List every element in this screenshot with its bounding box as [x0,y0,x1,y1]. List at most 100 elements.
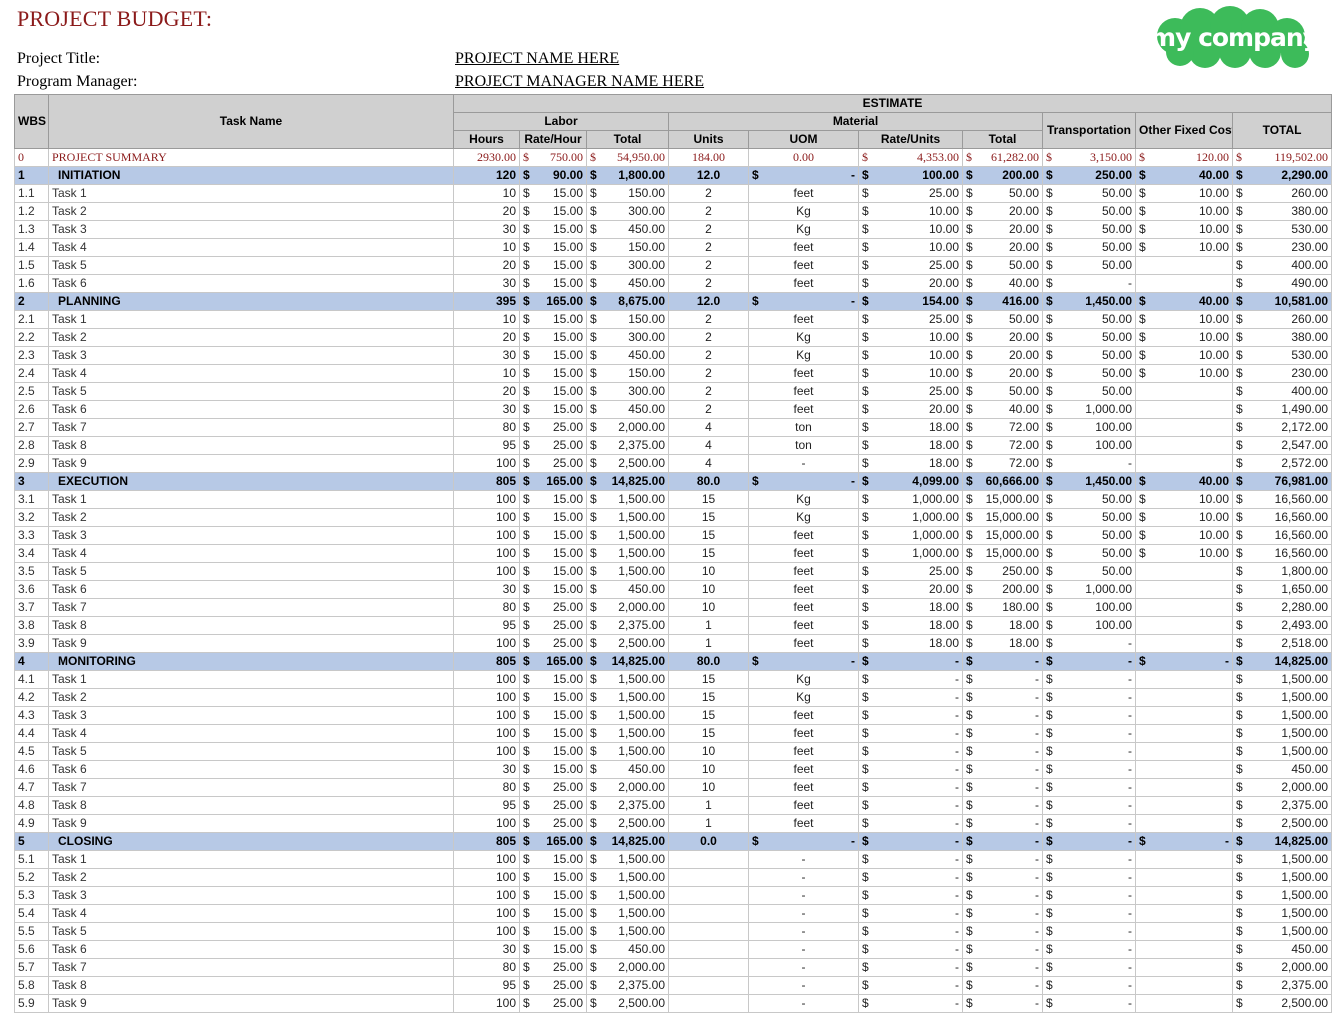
task-name-cell[interactable]: CLOSING [48,832,454,851]
total-cell[interactable]: $1,500.00 [1231,850,1333,869]
total-cell[interactable]: $1,500.00 [1231,742,1333,761]
rate-hour-cell[interactable]: $15.00 [519,400,587,419]
uom-cell[interactable]: feet [748,778,859,797]
total-cell[interactable]: $2,290.00 [1231,166,1333,185]
task-name-cell[interactable]: Task 2 [48,688,454,707]
rate-hour-cell[interactable]: $15.00 [519,238,587,257]
task-name-cell[interactable]: Task 7 [48,598,454,617]
material-total-cell[interactable]: $ - [962,724,1043,743]
transportation-cell[interactable]: $50.00 [1042,238,1136,257]
rate-hour-cell[interactable]: $15.00 [519,508,587,527]
hours-cell[interactable]: 100 [453,922,520,941]
total-cell[interactable]: $14,825.00 [1231,832,1333,851]
wbs-cell[interactable]: 3.7 [14,598,49,617]
other-fixed-cost-cell[interactable] [1135,598,1233,617]
rate-units-cell[interactable]: $ - [858,724,963,743]
rate-hour-cell[interactable]: $15.00 [519,922,587,941]
rate-hour-cell[interactable]: $15.00 [519,868,587,887]
hours-cell[interactable]: 100 [453,904,520,923]
uom-cell[interactable]: feet [748,382,859,401]
task-name-cell[interactable]: Task 5 [48,382,454,401]
wbs-cell[interactable]: 5.7 [14,958,49,977]
units-cell[interactable]: 15 [668,706,749,725]
hours-cell[interactable]: 100 [453,706,520,725]
wbs-cell[interactable]: 5.3 [14,886,49,905]
material-total-cell[interactable]: $ - [962,796,1043,815]
task-name-cell[interactable]: Task 5 [48,562,454,581]
total-cell[interactable]: $2,375.00 [1231,796,1333,815]
hours-cell[interactable]: 805 [453,832,520,851]
units-cell[interactable] [668,922,749,941]
wbs-cell[interactable]: 2.6 [14,400,49,419]
material-total-cell[interactable]: $50.00 [962,310,1043,329]
units-cell[interactable]: 2 [668,328,749,347]
total-cell[interactable]: $2,572.00 [1231,454,1333,473]
task-name-cell[interactable]: Task 5 [48,922,454,941]
other-fixed-cost-cell[interactable] [1135,274,1233,293]
hours-cell[interactable]: 30 [453,400,520,419]
total-cell[interactable]: $2,000.00 [1231,778,1333,797]
hours-cell[interactable]: 10 [453,238,520,257]
other-fixed-cost-cell[interactable] [1135,670,1233,689]
total-cell[interactable]: $530.00 [1231,220,1333,239]
material-total-cell[interactable]: $ - [962,904,1043,923]
wbs-cell[interactable]: 4.6 [14,760,49,779]
uom-cell[interactable]: feet [748,580,859,599]
material-total-cell[interactable]: $50.00 [962,382,1043,401]
rate-units-cell[interactable]: $18.00 [858,598,963,617]
rate-hour-cell[interactable]: $25.00 [519,778,587,797]
rate-hour-cell[interactable]: $15.00 [519,940,587,959]
rate-units-cell[interactable]: $100.00 [858,166,963,185]
uom-cell[interactable]: feet [748,310,859,329]
transportation-cell[interactable]: $ - [1042,742,1136,761]
units-cell[interactable]: 10 [668,778,749,797]
task-name-cell[interactable]: Task 4 [48,904,454,923]
uom-cell[interactable]: $ - [748,166,859,185]
other-fixed-cost-cell[interactable] [1135,436,1233,455]
task-name-cell[interactable]: Task 7 [48,418,454,437]
wbs-cell[interactable]: 2.1 [14,310,49,329]
material-total-cell[interactable]: $72.00 [962,454,1043,473]
units-cell[interactable]: 2 [668,238,749,257]
task-name-cell[interactable]: Task 2 [48,202,454,221]
wbs-cell[interactable]: 4.4 [14,724,49,743]
units-cell[interactable]: 2 [668,400,749,419]
units-cell[interactable]: 12.0 [668,292,749,311]
labor-total-cell[interactable]: $1,800.00 [586,166,669,185]
material-total-cell[interactable]: $15,000.00 [962,544,1043,563]
transportation-cell[interactable]: $50.00 [1042,508,1136,527]
rate-hour-cell[interactable]: $25.00 [519,958,587,977]
rate-units-cell[interactable]: $ - [858,850,963,869]
rate-hour-cell[interactable]: $15.00 [519,724,587,743]
wbs-cell[interactable]: 1.1 [14,184,49,203]
material-total-cell[interactable]: $15,000.00 [962,508,1043,527]
labor-total-cell[interactable]: $2,375.00 [586,436,669,455]
material-total-cell[interactable]: $18.00 [962,616,1043,635]
units-cell[interactable]: 4 [668,454,749,473]
material-total-cell[interactable]: $ - [962,670,1043,689]
units-cell[interactable]: 15 [668,508,749,527]
wbs-cell[interactable]: 2.8 [14,436,49,455]
hours-cell[interactable]: 80 [453,778,520,797]
wbs-cell[interactable]: 3.5 [14,562,49,581]
labor-total-cell[interactable]: $1,500.00 [586,868,669,887]
units-cell[interactable]: 10 [668,742,749,761]
hours-cell[interactable]: 80 [453,418,520,437]
rate-units-cell[interactable]: $ - [858,742,963,761]
transportation-cell[interactable]: $1,000.00 [1042,580,1136,599]
transportation-cell[interactable]: $ - [1042,904,1136,923]
labor-total-cell[interactable]: $8,675.00 [586,292,669,311]
wbs-cell[interactable]: 5.4 [14,904,49,923]
units-cell[interactable] [668,976,749,995]
wbs-cell[interactable]: 4.1 [14,670,49,689]
wbs-cell[interactable]: 3.6 [14,580,49,599]
rate-hour-cell[interactable]: $15.00 [519,742,587,761]
rate-units-cell[interactable]: $20.00 [858,580,963,599]
material-total-cell[interactable]: $15,000.00 [962,526,1043,545]
transportation-cell[interactable]: $ - [1042,634,1136,653]
task-name-cell[interactable]: Task 2 [48,868,454,887]
labor-total-cell[interactable]: $54,950.00 [586,148,669,167]
rate-units-cell[interactable]: $ - [858,922,963,941]
wbs-cell[interactable]: 2.2 [14,328,49,347]
task-name-cell[interactable]: Task 3 [48,706,454,725]
